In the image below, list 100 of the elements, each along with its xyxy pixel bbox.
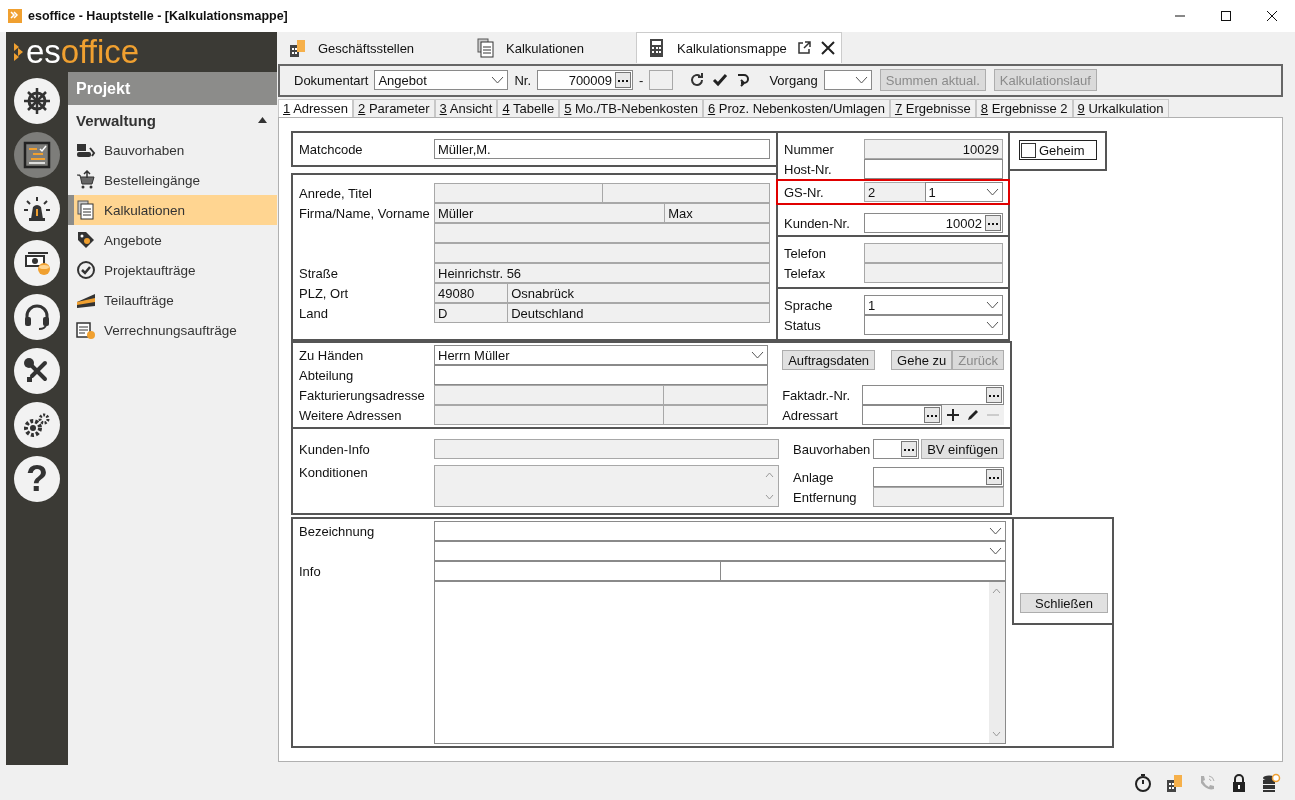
- checkbox[interactable]: [1021, 142, 1036, 158]
- tab[interactable]: 1 Adressen: [278, 98, 354, 117]
- chevron-down-icon: [491, 76, 505, 85]
- field-label: Telefon: [784, 245, 827, 261]
- insert-button[interactable]: BV einfügen: [921, 439, 1004, 459]
- field-label: Bauvorhaben: [793, 441, 872, 457]
- tab[interactable]: 8 Ergebnisse 2: [975, 98, 1073, 117]
- maximize-icon: [1221, 11, 1231, 21]
- pencil-icon[interactable]: [966, 408, 980, 422]
- form-button[interactable]: Gehe zu: [891, 350, 953, 370]
- lookup-field[interactable]: 10002: [864, 213, 1003, 233]
- more-button[interactable]: [986, 387, 1002, 403]
- nav-button[interactable]: [14, 132, 60, 178]
- add-icon[interactable]: [946, 408, 960, 422]
- lookup-field[interactable]: 700009: [537, 70, 634, 91]
- field-label: Sprache: [784, 297, 834, 313]
- close-button[interactable]: Schließen: [1020, 593, 1108, 613]
- lookup-field[interactable]: [873, 439, 920, 459]
- nav-button[interactable]: [14, 294, 60, 340]
- field-label: Straße: [299, 265, 339, 281]
- input-field[interactable]: [719, 561, 1006, 581]
- chevron-down-icon: [854, 76, 868, 85]
- nav-button[interactable]: [14, 240, 60, 286]
- lookup-field[interactable]: [862, 405, 942, 425]
- close-icon[interactable]: [820, 41, 835, 55]
- dropdown-field[interactable]: [823, 70, 872, 91]
- nav-button[interactable]: [14, 186, 60, 232]
- separator-text: -: [639, 72, 644, 88]
- window-title: esoffice - Hauptstelle - [Kalkulationsmappe]: [28, 9, 288, 23]
- field-label: Status: [784, 317, 822, 333]
- field-label: Info: [299, 563, 322, 579]
- more-button[interactable]: [615, 72, 632, 89]
- input-field[interactable]: [649, 70, 674, 91]
- input-field[interactable]: [864, 159, 1003, 179]
- dropdown-field[interactable]: Herrn Müller: [434, 345, 769, 365]
- chevron-down-icon: [986, 321, 999, 329]
- document-tab[interactable]: Geschäftsstellen: [278, 33, 458, 63]
- field-label: Telefax: [784, 265, 827, 281]
- field-label: Konditionen: [299, 465, 369, 480]
- nav-button[interactable]: [14, 78, 60, 124]
- field-label: Kunden-Nr.: [784, 215, 851, 231]
- sidebar-item[interactable]: Bauvorhaben: [68, 135, 277, 165]
- document-tab[interactable]: Kalkulationsmappe: [636, 32, 842, 63]
- building-icon[interactable]: [1165, 772, 1185, 793]
- sidebar-item[interactable]: Bestelleingänge: [68, 165, 277, 195]
- tab[interactable]: 2 Parameter: [353, 98, 435, 117]
- nav-button[interactable]: [14, 348, 60, 394]
- lookup-field[interactable]: [873, 467, 1004, 487]
- app-icon: [8, 9, 22, 23]
- document-tab[interactable]: Kalkulationen: [458, 33, 636, 63]
- input-field[interactable]: [434, 365, 769, 385]
- more-button[interactable]: [924, 407, 940, 423]
- dropdown-field[interactable]: 1: [864, 295, 1003, 315]
- dropdown-field[interactable]: [864, 315, 1003, 335]
- price-tag-icon: [76, 230, 96, 250]
- dropdown-field[interactable]: Angebot: [374, 70, 509, 91]
- group-header[interactable]: Verwaltung: [68, 105, 277, 135]
- planner-board-icon: [23, 141, 51, 169]
- sidebar-item[interactable]: Verrechnungsaufträge: [68, 315, 277, 345]
- input-field[interactable]: [434, 561, 721, 581]
- nav-button[interactable]: [14, 402, 60, 448]
- form-button[interactable]: Auftragsdaten: [782, 350, 876, 370]
- more-button[interactable]: [901, 441, 918, 457]
- more-button[interactable]: [986, 469, 1002, 485]
- field-label: Abteilung: [299, 367, 355, 383]
- sidebar-item[interactable]: Kalkulationen: [68, 195, 277, 225]
- sidebar-item[interactable]: Projektaufträge: [68, 255, 277, 285]
- chevron-down-icon: [765, 494, 774, 500]
- popout-icon: [796, 41, 811, 55]
- gears-icon: [23, 411, 51, 439]
- chevron-down-icon: [992, 731, 1001, 737]
- chevron-up-icon: [765, 472, 774, 478]
- stopwatch-icon[interactable]: [1133, 772, 1153, 793]
- field-label: Faktadr.-Nr.: [782, 387, 852, 403]
- tab[interactable]: 7 Ergebnisse: [889, 98, 976, 117]
- more-button[interactable]: [985, 215, 1001, 231]
- headset-icon: [23, 303, 51, 331]
- field-label: Fakturierungsadresse: [299, 387, 426, 403]
- tab[interactable]: 4 Tabelle: [497, 98, 560, 117]
- tab[interactable]: 3 Ansicht: [434, 98, 498, 117]
- checkbox-button[interactable]: Geheim: [1019, 140, 1097, 160]
- dropdown-field[interactable]: [434, 521, 1006, 541]
- dropdown-field[interactable]: [434, 541, 1006, 561]
- logo-text: office: [60, 32, 140, 72]
- database-icon[interactable]: [1261, 772, 1281, 793]
- chevron-down-icon: [989, 527, 1002, 535]
- dropdown-field[interactable]: 1: [924, 182, 1003, 202]
- lookup-field[interactable]: [862, 385, 1004, 405]
- field-label: Entfernung: [793, 489, 858, 505]
- tab[interactable]: 6 Proz. Nebenkosten/Umlagen: [702, 98, 890, 117]
- tab[interactable]: 9 Urkalkulation: [1072, 98, 1169, 117]
- banknotes-icon: [23, 249, 51, 277]
- tab[interactable]: 5 Mo./TB-Nebenkosten: [559, 98, 703, 117]
- nav-button[interactable]: ?: [14, 456, 60, 502]
- field-label: Anlage: [793, 469, 835, 485]
- sidebar-item[interactable]: Angebote: [68, 225, 277, 255]
- field-label: Host-Nr.: [784, 161, 833, 177]
- input-field[interactable]: Müller,M.: [434, 139, 770, 159]
- ship-wheel-icon: [23, 87, 51, 115]
- sidebar-item[interactable]: Teilaufträge: [68, 285, 277, 315]
